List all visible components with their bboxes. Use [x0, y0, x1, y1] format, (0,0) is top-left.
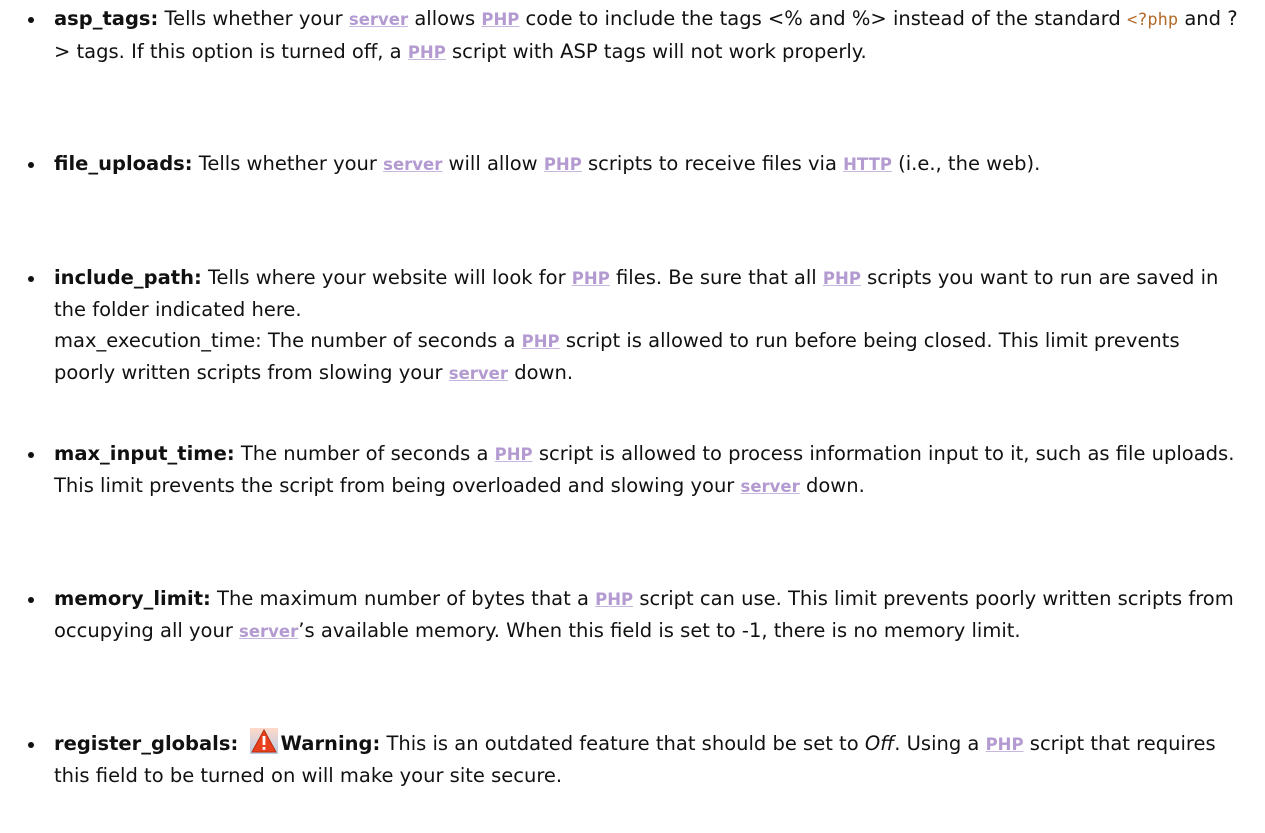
off-value: Off	[864, 732, 895, 755]
item-text: max_input_time: The number of seconds a …	[54, 442, 1235, 497]
term-memory-limit: memory_limit:	[54, 587, 211, 610]
item-text: file_uploads: Tells whether your server …	[54, 152, 1041, 175]
link-php[interactable]: PHP	[522, 332, 560, 351]
warning-triangle-icon	[250, 728, 279, 754]
item-text: register_globals: Warning: This is an ou…	[54, 728, 1239, 791]
term-file-uploads: file_uploads:	[54, 152, 193, 175]
bullet	[28, 162, 34, 168]
link-php[interactable]: PHP	[495, 445, 533, 464]
link-server[interactable]: server	[383, 155, 442, 174]
link-php[interactable]: PHP	[986, 735, 1024, 754]
term-include-path: include_path:	[54, 266, 202, 289]
item-text: include_path: Tells where your website w…	[54, 266, 1219, 384]
term-max-input-time: max_input_time:	[54, 442, 235, 465]
link-http[interactable]: HTTP	[843, 155, 892, 174]
bullet	[28, 742, 34, 748]
term-asp-tags: asp_tags:	[54, 7, 159, 30]
link-server[interactable]: server	[349, 10, 408, 29]
link-server[interactable]: server	[741, 477, 800, 496]
link-php[interactable]: PHP	[595, 590, 633, 609]
warning-label: Warning:	[280, 732, 381, 755]
link-php[interactable]: PHP	[408, 43, 446, 62]
term-register-globals: register_globals:	[54, 732, 239, 755]
code-php-open-tag: <?php	[1126, 10, 1179, 30]
link-php[interactable]: PHP	[572, 269, 610, 288]
item-text: memory_limit: The maximum number of byte…	[54, 587, 1234, 642]
link-php[interactable]: PHP	[544, 155, 582, 174]
bullet	[28, 17, 34, 23]
link-php[interactable]: PHP	[481, 10, 519, 29]
link-server[interactable]: server	[449, 364, 508, 383]
link-php[interactable]: PHP	[823, 269, 861, 288]
bullet	[28, 276, 34, 282]
link-server[interactable]: server	[239, 622, 298, 641]
bullet	[28, 597, 34, 603]
item-text: asp_tags: Tells whether your server allo…	[54, 7, 1238, 63]
bullet	[28, 452, 34, 458]
